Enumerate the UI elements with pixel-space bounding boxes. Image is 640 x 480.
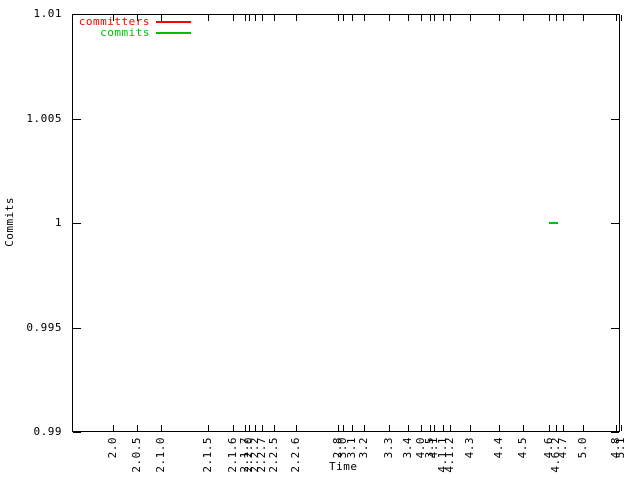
x-tick-mark-bottom xyxy=(262,425,263,431)
x-tick-label: 3.2 xyxy=(357,437,370,459)
y-tick-mark-left xyxy=(73,328,81,329)
x-tick-mark-bottom xyxy=(137,425,138,431)
x-tick-mark-bottom xyxy=(470,425,471,431)
x-tick-mark-bottom xyxy=(408,425,409,431)
x-tick-mark-bottom xyxy=(352,425,353,431)
x-tick-mark-top xyxy=(450,15,451,21)
x-tick-label: 2.2.5 xyxy=(267,437,280,473)
x-tick-mark-bottom xyxy=(556,425,557,431)
x-tick-label: 4.1.2 xyxy=(443,437,456,473)
x-tick-mark-top xyxy=(249,15,250,21)
x-tick-label: 4.5 xyxy=(516,437,529,459)
y-tick-label: 1.01 xyxy=(33,7,62,20)
x-tick-label: 2.1.5 xyxy=(201,437,214,473)
x-tick-label: 2.2.6 xyxy=(289,437,302,473)
x-tick-label: 2.0 xyxy=(106,437,119,459)
x-tick-mark-bottom xyxy=(245,425,246,431)
y-axis-title: Commits xyxy=(3,197,16,247)
x-tick-mark-bottom xyxy=(549,425,550,431)
series-commits-segment xyxy=(549,222,558,224)
x-tick-mark-top xyxy=(556,15,557,21)
x-tick-mark-top xyxy=(443,15,444,21)
chart-canvas: 0.99 0.995 1 1.005 1.01 2.0 2.0.5 2.1.0 2.1.5 2.1… xyxy=(0,0,640,480)
x-tick-mark-top xyxy=(470,15,471,21)
y-tick-mark-left xyxy=(73,432,81,433)
x-tick-mark-bottom xyxy=(523,425,524,431)
x-tick-mark-bottom xyxy=(421,425,422,431)
x-tick-label: 4.4 xyxy=(492,437,505,459)
x-tick-mark-top xyxy=(549,15,550,21)
x-tick-mark-top xyxy=(430,15,431,21)
x-tick-label: 4.3 xyxy=(463,437,476,459)
x-tick-label: 3.3 xyxy=(382,437,395,459)
x-tick-mark-top xyxy=(245,15,246,21)
y-tick-mark-left xyxy=(73,119,81,120)
x-tick-mark-bottom xyxy=(255,425,256,431)
x-tick-label: 4.7 xyxy=(556,437,569,459)
y-tick-mark-left xyxy=(73,223,81,224)
x-tick-mark-bottom xyxy=(161,425,162,431)
x-tick-mark-bottom xyxy=(249,425,250,431)
legend-label-commits: commits xyxy=(100,26,150,39)
x-tick-mark-bottom xyxy=(430,425,431,431)
x-tick-mark-top xyxy=(408,15,409,21)
x-tick-mark-top xyxy=(296,15,297,21)
x-tick-mark-top xyxy=(621,15,622,21)
x-tick-mark-top xyxy=(352,15,353,21)
x-tick-label: 2.0.5 xyxy=(130,437,143,473)
x-tick-mark-top xyxy=(523,15,524,21)
x-tick-mark-bottom xyxy=(450,425,451,431)
x-tick-mark-top xyxy=(563,15,564,21)
x-tick-label: 5.0 xyxy=(576,437,589,459)
x-tick-mark-bottom xyxy=(233,425,234,431)
x-tick-mark-top xyxy=(274,15,275,21)
x-tick-label: 5.1 xyxy=(614,437,627,459)
x-tick-mark-bottom xyxy=(583,425,584,431)
x-tick-mark-top xyxy=(338,15,339,21)
x-tick-mark-top xyxy=(434,15,435,21)
x-tick-mark-bottom xyxy=(434,425,435,431)
x-tick-mark-top xyxy=(262,15,263,21)
y-tick-mark-right xyxy=(611,223,619,224)
y-tick-mark-right xyxy=(611,432,619,433)
x-tick-mark-bottom xyxy=(343,425,344,431)
x-tick-mark-top xyxy=(616,15,617,21)
x-tick-mark-bottom xyxy=(364,425,365,431)
legend-line-committers xyxy=(156,21,191,23)
x-tick-mark-bottom xyxy=(563,425,564,431)
x-tick-mark-bottom xyxy=(616,425,617,431)
y-tick-mark-right xyxy=(611,328,619,329)
x-tick-mark-top xyxy=(421,15,422,21)
y-tick-mark-right xyxy=(611,119,619,120)
x-tick-mark-bottom xyxy=(113,425,114,431)
x-tick-mark-top xyxy=(389,15,390,21)
x-tick-mark-top xyxy=(208,15,209,21)
x-tick-label: 3.4 xyxy=(401,437,414,459)
x-tick-mark-bottom xyxy=(389,425,390,431)
x-tick-mark-bottom xyxy=(499,425,500,431)
x-tick-mark-top xyxy=(499,15,500,21)
y-tick-label: 1.005 xyxy=(26,112,62,125)
x-tick-mark-top xyxy=(233,15,234,21)
x-tick-mark-top xyxy=(583,15,584,21)
x-axis-title: Time xyxy=(329,460,358,473)
x-tick-mark-top xyxy=(255,15,256,21)
plot-border xyxy=(72,14,620,432)
legend-line-commits xyxy=(156,32,191,34)
x-tick-mark-bottom xyxy=(338,425,339,431)
y-tick-label: 0.995 xyxy=(26,321,62,334)
y-tick-label: 0.99 xyxy=(33,425,62,438)
x-tick-mark-bottom xyxy=(621,425,622,431)
x-tick-mark-bottom xyxy=(274,425,275,431)
x-tick-mark-bottom xyxy=(296,425,297,431)
x-tick-mark-bottom xyxy=(443,425,444,431)
x-tick-mark-top xyxy=(364,15,365,21)
y-tick-mark-right xyxy=(611,14,619,15)
x-tick-mark-top xyxy=(343,15,344,21)
x-tick-label: 2.1.0 xyxy=(154,437,167,473)
x-tick-mark-bottom xyxy=(208,425,209,431)
